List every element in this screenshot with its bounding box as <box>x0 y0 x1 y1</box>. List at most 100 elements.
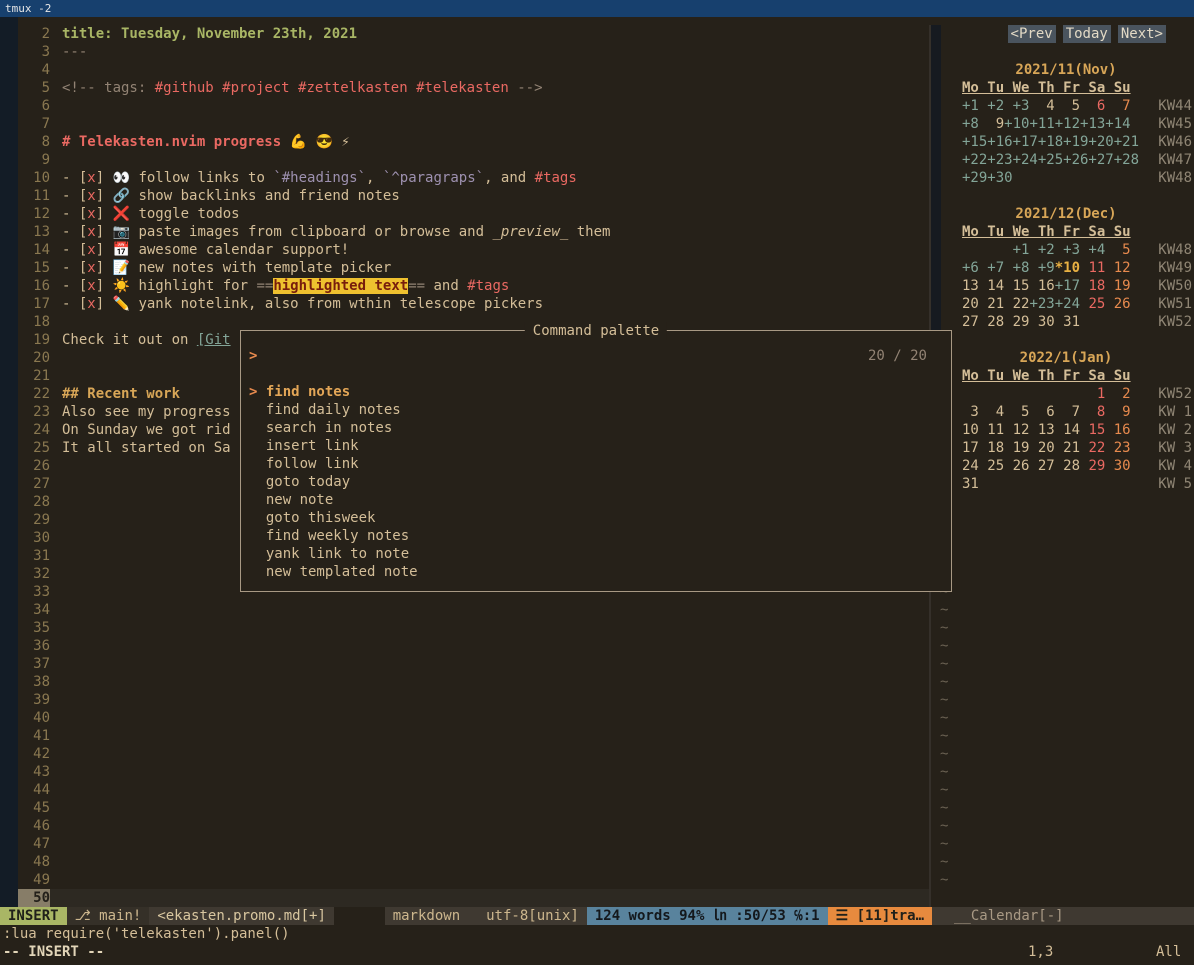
editor-line[interactable]: 36 <box>18 637 930 655</box>
editor-line[interactable]: 18 <box>18 313 930 331</box>
editor-line[interactable]: 4 <box>18 61 930 79</box>
editor-line[interactable]: 5<!-- tags: #github #project #zettelkast… <box>18 79 930 97</box>
calendar-week-row[interactable]: 1 2KW52 <box>938 385 1194 403</box>
calendar-week-row[interactable]: +15+16+17+18+19+20+21KW46 <box>938 133 1194 151</box>
palette-item[interactable]: find weekly notes <box>241 527 951 545</box>
calendar-days[interactable]: +1 +2 +3 4 5 6 7 <box>962 97 1131 115</box>
command-palette-popup: Command palette > 20 / 20 > find notes f… <box>240 330 952 592</box>
calendar-week-row[interactable]: 10 11 12 13 14 15 16KW 2 <box>938 421 1194 439</box>
editor-line[interactable]: 8# Telekasten.nvim progress 💪 😎 ⚡ <box>18 133 930 151</box>
calendar-days[interactable]: 3 4 5 6 7 8 9 <box>962 403 1131 421</box>
palette-item[interactable]: follow link <box>241 455 951 473</box>
today-button[interactable]: Today <box>1063 25 1111 43</box>
editor-line[interactable]: 3--- <box>18 43 930 61</box>
week-number: KW51 <box>1158 295 1194 313</box>
editor-line[interactable]: 41 <box>18 727 930 745</box>
editor-line[interactable]: 40 <box>18 709 930 727</box>
palette-item[interactable]: > find notes <box>241 383 951 401</box>
editor-line[interactable]: 2title: Tuesday, November 23th, 2021 <box>18 25 930 43</box>
editor-line[interactable]: 45 <box>18 799 930 817</box>
empty-line-tilde: ~ <box>938 691 1194 709</box>
calendar-days[interactable]: 27 28 29 30 31 <box>962 313 1080 331</box>
editor-line[interactable]: 43 <box>18 763 930 781</box>
empty-line-tilde: ~ <box>938 799 1194 817</box>
calendar-days[interactable]: 24 25 26 27 28 29 30 <box>962 457 1131 475</box>
prev-button[interactable]: <Prev <box>1008 25 1056 43</box>
calendar-week-row[interactable]: 3 4 5 6 7 8 9KW 1 <box>938 403 1194 421</box>
line-number: 5 <box>18 79 50 97</box>
editor-line[interactable]: 11- [x] 🔗 show backlinks and friend note… <box>18 187 930 205</box>
editor-line[interactable]: 6 <box>18 97 930 115</box>
calendar-week-row[interactable]: +6 +7 +8 +9*10 11 12KW49 <box>938 259 1194 277</box>
text-segment: #zettelkasten <box>298 80 408 96</box>
text-segment: ] <box>96 170 113 186</box>
palette-item[interactable]: insert link <box>241 437 951 455</box>
editor-line[interactable]: 17- [x] ✏️ yank notelink, also from wthi… <box>18 295 930 313</box>
editor-line[interactable]: 47 <box>18 835 930 853</box>
calendar-days[interactable]: 31 <box>962 475 979 493</box>
palette-item[interactable]: find daily notes <box>241 401 951 419</box>
encoding: utf-8[unix] <box>478 907 587 925</box>
calendar-days[interactable]: 20 21 22+23+24 25 26 <box>962 295 1131 313</box>
editor-line[interactable]: 34 <box>18 601 930 619</box>
line-number: 30 <box>18 529 50 547</box>
text-segment: Also see my progress <box>62 404 239 420</box>
palette-prompt[interactable]: > 20 / 20 <box>241 347 951 365</box>
calendar-days[interactable]: +6 +7 +8 +9*10 11 12 <box>962 259 1131 277</box>
palette-item[interactable]: new note <box>241 491 951 509</box>
calendar-days[interactable]: 17 18 19 20 21 22 23 <box>962 439 1131 457</box>
editor-line[interactable]: 38 <box>18 673 930 691</box>
editor-line[interactable]: 12- [x] ❌ toggle todos <box>18 205 930 223</box>
calendar-week-row[interactable]: +8 9+10+11+12+13+14KW45 <box>938 115 1194 133</box>
calendar-week-row[interactable]: +1 +2 +3 +4 5KW48 <box>938 241 1194 259</box>
palette-item[interactable]: yank link to note <box>241 545 951 563</box>
calendar-days[interactable]: 13 14 15 16+17 18 19 <box>962 277 1131 295</box>
editor-line[interactable]: 15- [x] 📝 new notes with template picker <box>18 259 930 277</box>
palette-item[interactable]: search in notes <box>241 419 951 437</box>
editor-line[interactable]: 16- [x] ☀️ highlight for ==highlighted t… <box>18 277 930 295</box>
text-segment: x <box>87 224 95 240</box>
line-number: 34 <box>18 601 50 619</box>
editor-line[interactable]: 46 <box>18 817 930 835</box>
palette-item[interactable]: new templated note <box>241 563 951 581</box>
palette-item[interactable]: goto thisweek <box>241 509 951 527</box>
palette-item[interactable]: goto today <box>241 473 951 491</box>
calendar-days[interactable]: 10 11 12 13 14 15 16 <box>962 421 1131 439</box>
text-segment: x <box>87 296 95 312</box>
calendar-days[interactable]: 1 2 <box>962 385 1131 403</box>
editor-line[interactable]: 37 <box>18 655 930 673</box>
editor-line[interactable]: 14- [x] 📅 awesome calendar support! <box>18 241 930 259</box>
calendar-days[interactable]: +29+30 <box>962 169 1013 187</box>
calendar-week-row[interactable]: 27 28 29 30 31KW52 <box>938 313 1194 331</box>
calendar-days[interactable]: +8 9+10+11+12+13+14 <box>962 115 1131 133</box>
text-segment: +15+16+17+18+19+20+21 <box>962 134 1139 150</box>
editor-line[interactable]: 42 <box>18 745 930 763</box>
editor-line[interactable]: 7 <box>18 115 930 133</box>
next-button[interactable]: Next> <box>1118 25 1166 43</box>
line-number: 20 <box>18 349 50 367</box>
calendar-week-row[interactable]: +1 +2 +3 4 5 6 7KW44 <box>938 97 1194 115</box>
command-line[interactable]: :lua require('telekasten').panel() <box>0 925 1194 943</box>
editor-line[interactable]: 50 <box>18 889 930 907</box>
calendar-week-row[interactable]: 13 14 15 16+17 18 19KW50 <box>938 277 1194 295</box>
calendar-week-row[interactable]: 20 21 22+23+24 25 26 KW51 <box>938 295 1194 313</box>
line-number: 33 <box>18 583 50 601</box>
calendar-days[interactable]: +15+16+17+18+19+20+21 <box>962 133 1139 151</box>
calendar-week-row[interactable]: 31KW 5 <box>938 475 1194 493</box>
editor-line[interactable]: 44 <box>18 781 930 799</box>
editor-line[interactable]: 35 <box>18 619 930 637</box>
calendar-days[interactable]: +22+23+24+25+26+27+28 <box>962 151 1139 169</box>
calendar-week-row[interactable]: 24 25 26 27 28 29 30KW 4 <box>938 457 1194 475</box>
calendar-days[interactable]: +1 +2 +3 +4 5 <box>962 241 1131 259</box>
empty-line-tilde: ~ <box>938 853 1194 871</box>
editor-line[interactable]: 49 <box>18 871 930 889</box>
calendar-week-row[interactable]: 17 18 19 20 21 22 23KW 3 <box>938 439 1194 457</box>
calendar-week-row[interactable]: +22+23+24+25+26+27+28KW47 <box>938 151 1194 169</box>
editor-line[interactable]: 48 <box>18 853 930 871</box>
editor-line[interactable]: 39 <box>18 691 930 709</box>
calendar-week-row[interactable]: +29+30KW48 <box>938 169 1194 187</box>
line-number: 15 <box>18 259 50 277</box>
editor-line[interactable]: 13- [x] 📷 paste images from clipboard or… <box>18 223 930 241</box>
editor-line[interactable]: 10- [x] 👀 follow links to `#headings`, `… <box>18 169 930 187</box>
editor-line[interactable]: 9 <box>18 151 930 169</box>
